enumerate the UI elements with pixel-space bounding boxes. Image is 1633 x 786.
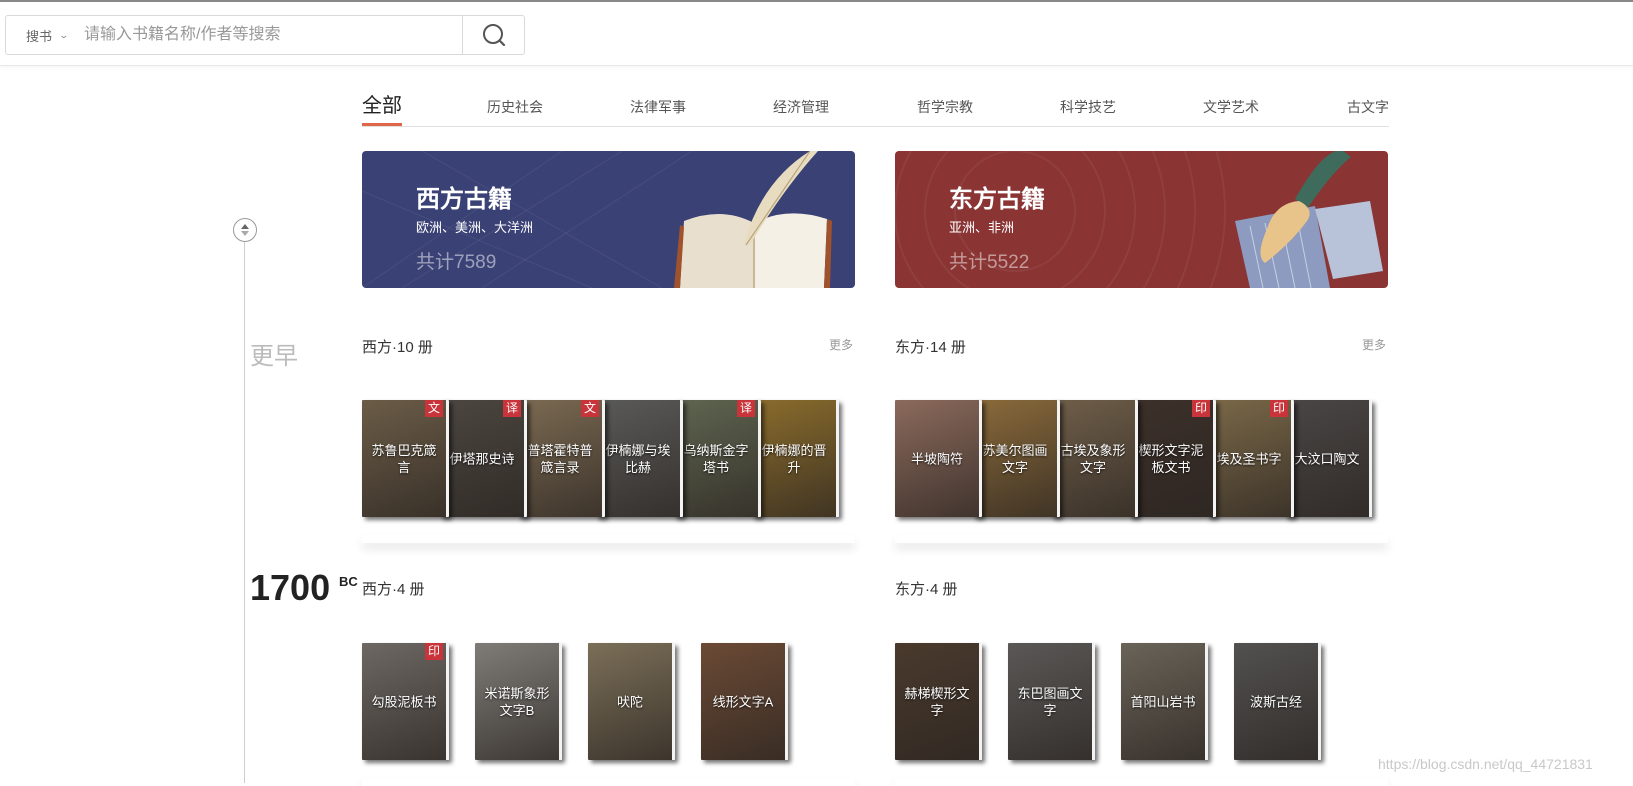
book-title: 楔形文字泥板文书 xyxy=(1138,442,1204,475)
book-title: 米诺斯象形文字B xyxy=(484,685,550,718)
timeline-line xyxy=(244,236,245,783)
book-cover[interactable]: 苏鲁巴克箴言 文 xyxy=(362,400,449,517)
book-title: 线形文字A xyxy=(712,694,774,709)
east-earlier-bookshelf: 半坡陶符 苏美尔图画文字 古埃及象形文字 楔形文字泥板文书 印埃及圣书字 印大汶口陶文 xyxy=(895,400,1388,525)
book-title: 普塔霍特普箴言录 xyxy=(527,442,593,475)
book-cover[interactable]: 米诺斯象形文字B xyxy=(475,643,562,760)
book-cover[interactable]: 东巴图画文字 xyxy=(1008,643,1095,760)
book-title: 苏美尔图画文字 xyxy=(982,442,1048,475)
eastern-classics-banner[interactable]: 东方古籍 亚洲、非洲 共计5522 xyxy=(895,151,1388,288)
book-tag-badge: 译 xyxy=(503,400,521,417)
shelf-base xyxy=(895,535,1388,543)
book-cover[interactable]: 埃及圣书字 印 xyxy=(1207,400,1294,517)
book-title: 半坡陶符 xyxy=(910,451,963,466)
banner-subtitle: 欧洲、美洲、大洋洲 xyxy=(416,220,534,235)
book-title: 伊塔那史诗 xyxy=(449,451,515,466)
book-tag-badge: 印 xyxy=(1270,400,1288,417)
banner-subtitle: 亚洲、非洲 xyxy=(949,220,1015,235)
book-cover[interactable]: 波斯古经 xyxy=(1234,643,1321,760)
section-west-earlier-more-link[interactable]: 更多 xyxy=(829,336,853,353)
book-title: 东巴图画文字 xyxy=(1017,685,1083,718)
timeline-year: 1700 xyxy=(250,567,331,608)
search-icon xyxy=(482,24,505,47)
book-title: 波斯古经 xyxy=(1249,694,1302,709)
book-cover[interactable]: 普塔霍特普箴言录 文 xyxy=(518,400,605,517)
book-cover[interactable]: 大汶口陶文 xyxy=(1285,400,1372,517)
tab-economy-management[interactable]: 经济管理 xyxy=(773,94,829,120)
book-cover[interactable]: 半坡陶符 xyxy=(895,400,982,517)
book-tag-badge: 印 xyxy=(1192,400,1210,417)
search-input[interactable] xyxy=(76,16,462,54)
timeline-era: BC xyxy=(339,574,358,589)
tab-law-military[interactable]: 法律军事 xyxy=(630,94,686,120)
timeline-label-earlier[interactable]: 更早 xyxy=(250,336,298,371)
shelf-base xyxy=(362,778,855,786)
search-button[interactable] xyxy=(462,16,524,54)
banner-count: 共计5522 xyxy=(949,252,1030,273)
book-title: 乌纳斯金字塔书 xyxy=(683,442,749,475)
section-east-1700bc-title: 东方·4 册 xyxy=(895,581,958,598)
section-east-earlier-more-link[interactable]: 更多 xyxy=(1362,336,1386,353)
book-title: 首阳山岩书 xyxy=(1130,694,1196,709)
east-1700bc-bookshelf: 赫梯楔形文字 东巴图画文字 首阳山岩书 波斯古经 xyxy=(895,643,1388,768)
book-title: 大汶口陶文 xyxy=(1294,451,1360,466)
tab-philosophy-religion[interactable]: 哲学宗教 xyxy=(917,94,973,120)
search-bar: 搜书 ⌄ xyxy=(5,15,525,55)
book-title: 勾股泥板书 xyxy=(371,694,437,709)
shelf-base xyxy=(895,778,1388,786)
book-title: 苏鲁巴克箴言 xyxy=(371,442,437,475)
tab-history-society[interactable]: 历史社会 xyxy=(487,94,543,120)
book-cover[interactable]: 线形文字A xyxy=(701,643,788,760)
book-cover[interactable]: 勾股泥板书 印 xyxy=(362,643,449,760)
book-cover[interactable]: 首阳山岩书 xyxy=(1121,643,1208,760)
book-cover[interactable]: 伊楠娜与埃比赫 xyxy=(596,400,683,517)
watermark: https://blog.csdn.net/qq_44721831 xyxy=(1378,756,1593,772)
search-type-label: 搜书 xyxy=(26,28,53,44)
book-tag-badge: 文 xyxy=(581,400,599,417)
category-tabs: 全部 历史社会 法律军事 经济管理 哲学宗教 科学技艺 文学艺术 古文字 xyxy=(362,91,1389,127)
tab-literature-art[interactable]: 文学艺术 xyxy=(1203,94,1259,120)
book-tag-badge: 文 xyxy=(425,400,443,417)
book-title: 伊楠娜与埃比赫 xyxy=(605,442,671,475)
western-classics-banner[interactable]: 西方古籍 欧洲、美洲、大洋洲 共计7589 xyxy=(362,151,855,288)
west-earlier-bookshelf: 苏鲁巴克箴言 文伊塔那史诗 译普塔霍特普箴言录 文伊楠娜与埃比赫 乌纳斯金字塔书 译伊楠娜… xyxy=(362,400,855,525)
chevron-down-icon: ⌄ xyxy=(58,29,70,40)
section-east-earlier-title: 东方·14 册 xyxy=(895,339,966,356)
book-cover[interactable]: 楔形文字泥板文书 印 xyxy=(1129,400,1216,517)
book-cover[interactable]: 苏美尔图画文字 xyxy=(973,400,1060,517)
book-title: 吠陀 xyxy=(616,694,643,709)
book-cover[interactable]: 吠陀 xyxy=(588,643,675,760)
tab-ancient-script[interactable]: 古文字 xyxy=(1347,94,1389,120)
book-cover[interactable]: 赫梯楔形文字 xyxy=(895,643,982,760)
banner-title: 西方古籍 xyxy=(416,186,512,213)
book-title: 赫梯楔形文字 xyxy=(904,685,970,718)
tab-all[interactable]: 全部 xyxy=(362,91,402,126)
section-west-1700bc-title: 西方·4 册 xyxy=(362,581,425,598)
book-tag-badge: 译 xyxy=(737,400,755,417)
up-down-arrow-icon xyxy=(241,224,249,236)
banner-count: 共计7589 xyxy=(416,252,497,273)
book-cover[interactable]: 古埃及象形文字 xyxy=(1051,400,1138,517)
timeline-scroll-top-button[interactable] xyxy=(233,218,257,242)
top-header: 搜书 ⌄ xyxy=(0,2,1633,66)
book-tag-badge: 印 xyxy=(425,643,443,660)
banner-title: 东方古籍 xyxy=(949,186,1045,213)
book-cover[interactable]: 乌纳斯金字塔书 译 xyxy=(674,400,761,517)
book-cover[interactable]: 伊楠娜的晋升 xyxy=(752,400,839,517)
search-type-dropdown[interactable]: 搜书 ⌄ xyxy=(6,26,76,45)
book-cover[interactable]: 伊塔那史诗 译 xyxy=(440,400,527,517)
book-title: 伊楠娜的晋升 xyxy=(761,442,827,475)
book-title: 埃及圣书字 xyxy=(1216,451,1282,466)
tab-science-technology[interactable]: 科学技艺 xyxy=(1060,94,1116,120)
section-west-earlier-title: 西方·10 册 xyxy=(362,339,433,356)
shelf-base xyxy=(362,535,855,543)
book-title: 古埃及象形文字 xyxy=(1060,442,1126,475)
west-1700bc-bookshelf: 勾股泥板书 印米诺斯象形文字B 吠陀 线形文字A xyxy=(362,643,855,768)
